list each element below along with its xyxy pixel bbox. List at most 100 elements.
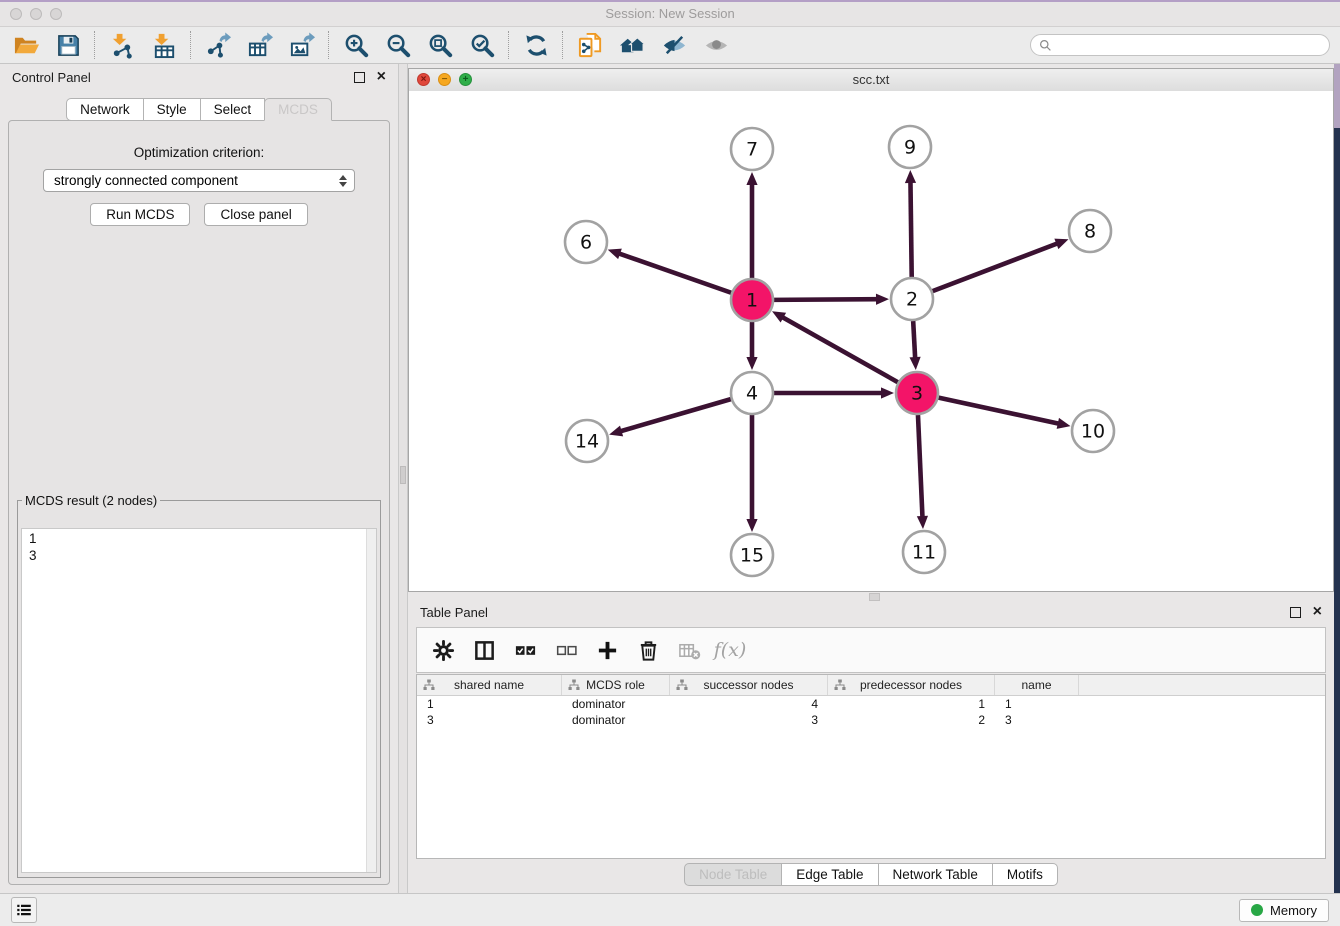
close-table-panel-icon[interactable]: × — [1313, 607, 1322, 617]
panel-splitter[interactable] — [398, 64, 408, 893]
graph-node-label-8: 8 — [1084, 221, 1096, 243]
table-cell[interactable]: dominator — [562, 697, 670, 711]
network-window-titlebar[interactable]: × − + scc.txt — [409, 69, 1333, 92]
search-input[interactable] — [1057, 37, 1321, 54]
status-bar: Memory — [0, 893, 1340, 926]
table-cell[interactable]: 1 — [828, 697, 995, 711]
table-cell[interactable]: dominator — [562, 713, 670, 727]
refresh-view-button[interactable] — [520, 30, 552, 60]
graph-edge-1-6[interactable] — [618, 253, 731, 293]
column-header-name[interactable]: name — [995, 675, 1079, 695]
criterion-dropdown[interactable]: strongly connected component — [43, 169, 355, 192]
float-table-panel-icon[interactable] — [1290, 607, 1301, 618]
network-graph[interactable]: 7968124314101511 — [409, 91, 1333, 591]
table-tab-network-table[interactable]: Network Table — [878, 863, 993, 886]
mcds-result-text: 1 3 — [29, 530, 369, 564]
save-session-button[interactable] — [52, 30, 84, 60]
graph-arrowhead-1-2 — [876, 294, 889, 305]
graph-arrowhead-1-6 — [608, 249, 622, 260]
criterion-dropdown-value: strongly connected component — [54, 173, 238, 188]
tab-style[interactable]: Style — [143, 98, 201, 121]
export-network-button[interactable] — [202, 30, 234, 60]
network-canvas[interactable]: 7968124314101511 — [409, 91, 1333, 591]
copy-network-button[interactable] — [574, 30, 606, 60]
zoom-fit-button[interactable] — [424, 30, 456, 60]
column-header-mcds-role[interactable]: MCDS role — [562, 675, 670, 695]
import-table-button[interactable] — [148, 30, 180, 60]
splitter-grip[interactable] — [400, 466, 406, 484]
zoom-in-icon — [343, 32, 370, 59]
graph-node-label-1: 1 — [746, 290, 758, 312]
tab-network[interactable]: Network — [66, 98, 144, 121]
table-settings-button[interactable] — [430, 637, 456, 663]
import-table-icon — [151, 32, 178, 59]
tab-select[interactable]: Select — [200, 98, 266, 121]
graph-edge-2-3[interactable] — [913, 321, 915, 359]
column-header-label: MCDS role — [586, 678, 645, 692]
toggle-columns-button[interactable] — [471, 637, 497, 663]
graph-edge-3-11[interactable] — [918, 415, 923, 518]
optimization-criterion-label: Optimization criterion: — [9, 145, 389, 160]
table-tabs: Node TableEdge TableNetwork TableMotifs — [408, 863, 1334, 886]
table-tab-node-table[interactable]: Node Table — [684, 863, 782, 886]
graph-edge-2-8[interactable] — [933, 243, 1059, 291]
table-cell[interactable]: 2 — [828, 713, 995, 727]
delete-column-button[interactable] — [635, 637, 661, 663]
show-all-button[interactable] — [700, 30, 732, 60]
select-all-button[interactable] — [512, 637, 538, 663]
delete-column-icon — [637, 639, 660, 662]
add-column-icon — [596, 639, 619, 662]
table-row[interactable]: 3dominator323 — [417, 712, 1325, 728]
float-panel-icon[interactable] — [354, 72, 365, 83]
table-tab-motifs[interactable]: Motifs — [992, 863, 1058, 886]
column-header-successor-nodes[interactable]: successor nodes — [670, 675, 828, 695]
column-header-predecessor-nodes[interactable]: predecessor nodes — [828, 675, 995, 695]
table-cell[interactable]: 3 — [417, 713, 562, 727]
export-image-button[interactable] — [286, 30, 318, 60]
close-panel-icon[interactable]: × — [377, 72, 386, 82]
graph-arrowhead-4-14 — [609, 426, 623, 437]
zoom-selected-button[interactable] — [466, 30, 498, 60]
graph-arrowhead-2-3 — [909, 357, 920, 370]
graph-edge-3-1[interactable] — [782, 317, 898, 383]
network-view-window: × − + scc.txt 7968124314101511 — [408, 68, 1334, 592]
export-table-button[interactable] — [244, 30, 276, 60]
graph-edge-1-2[interactable] — [774, 299, 878, 300]
table-cell[interactable]: 3 — [670, 713, 828, 727]
add-column-button[interactable] — [594, 637, 620, 663]
hide-selected-button[interactable] — [658, 30, 690, 60]
table-cell[interactable]: 4 — [670, 697, 828, 711]
import-network-button[interactable] — [106, 30, 138, 60]
search-box[interactable] — [1030, 34, 1330, 56]
network-region: × − + scc.txt 7968124314101511 Table Pan… — [408, 64, 1340, 893]
result-scrollbar[interactable] — [366, 529, 376, 872]
graph-edge-2-9[interactable] — [910, 181, 911, 277]
graph-edge-4-14[interactable] — [620, 399, 731, 431]
deselect-all-button[interactable] — [553, 637, 579, 663]
memory-button[interactable]: Memory — [1239, 899, 1329, 922]
table-panel-title: Table Panel — [420, 605, 488, 620]
table-row[interactable]: 1dominator411 — [417, 696, 1325, 712]
graph-node-label-10: 10 — [1081, 421, 1105, 443]
graph-node-label-3: 3 — [911, 383, 923, 405]
table-cell[interactable]: 1 — [417, 697, 562, 711]
run-mcds-button[interactable]: Run MCDS — [90, 203, 190, 226]
graph-arrowhead-4-3 — [881, 387, 894, 398]
task-history-button[interactable] — [11, 897, 37, 923]
table-tab-edge-table[interactable]: Edge Table — [781, 863, 878, 886]
toolbar-group — [520, 30, 552, 60]
tab-mcds[interactable]: MCDS — [264, 98, 332, 121]
zoom-out-button[interactable] — [382, 30, 414, 60]
mcds-result-area[interactable]: 1 3 — [21, 528, 377, 873]
graph-edge-3-10[interactable] — [939, 398, 1060, 424]
toolbar-separator — [508, 31, 510, 59]
table-cell[interactable]: 3 — [995, 713, 1079, 727]
zoom-in-button[interactable] — [340, 30, 372, 60]
table-cell[interactable]: 1 — [995, 697, 1079, 711]
toggle-columns-icon — [473, 639, 496, 662]
open-file-button[interactable] — [10, 30, 42, 60]
home-layout-button[interactable] — [616, 30, 648, 60]
column-header-shared-name[interactable]: shared name — [417, 675, 562, 695]
graph-arrowhead-1-4 — [746, 357, 757, 370]
close-panel-button[interactable]: Close panel — [204, 203, 307, 226]
